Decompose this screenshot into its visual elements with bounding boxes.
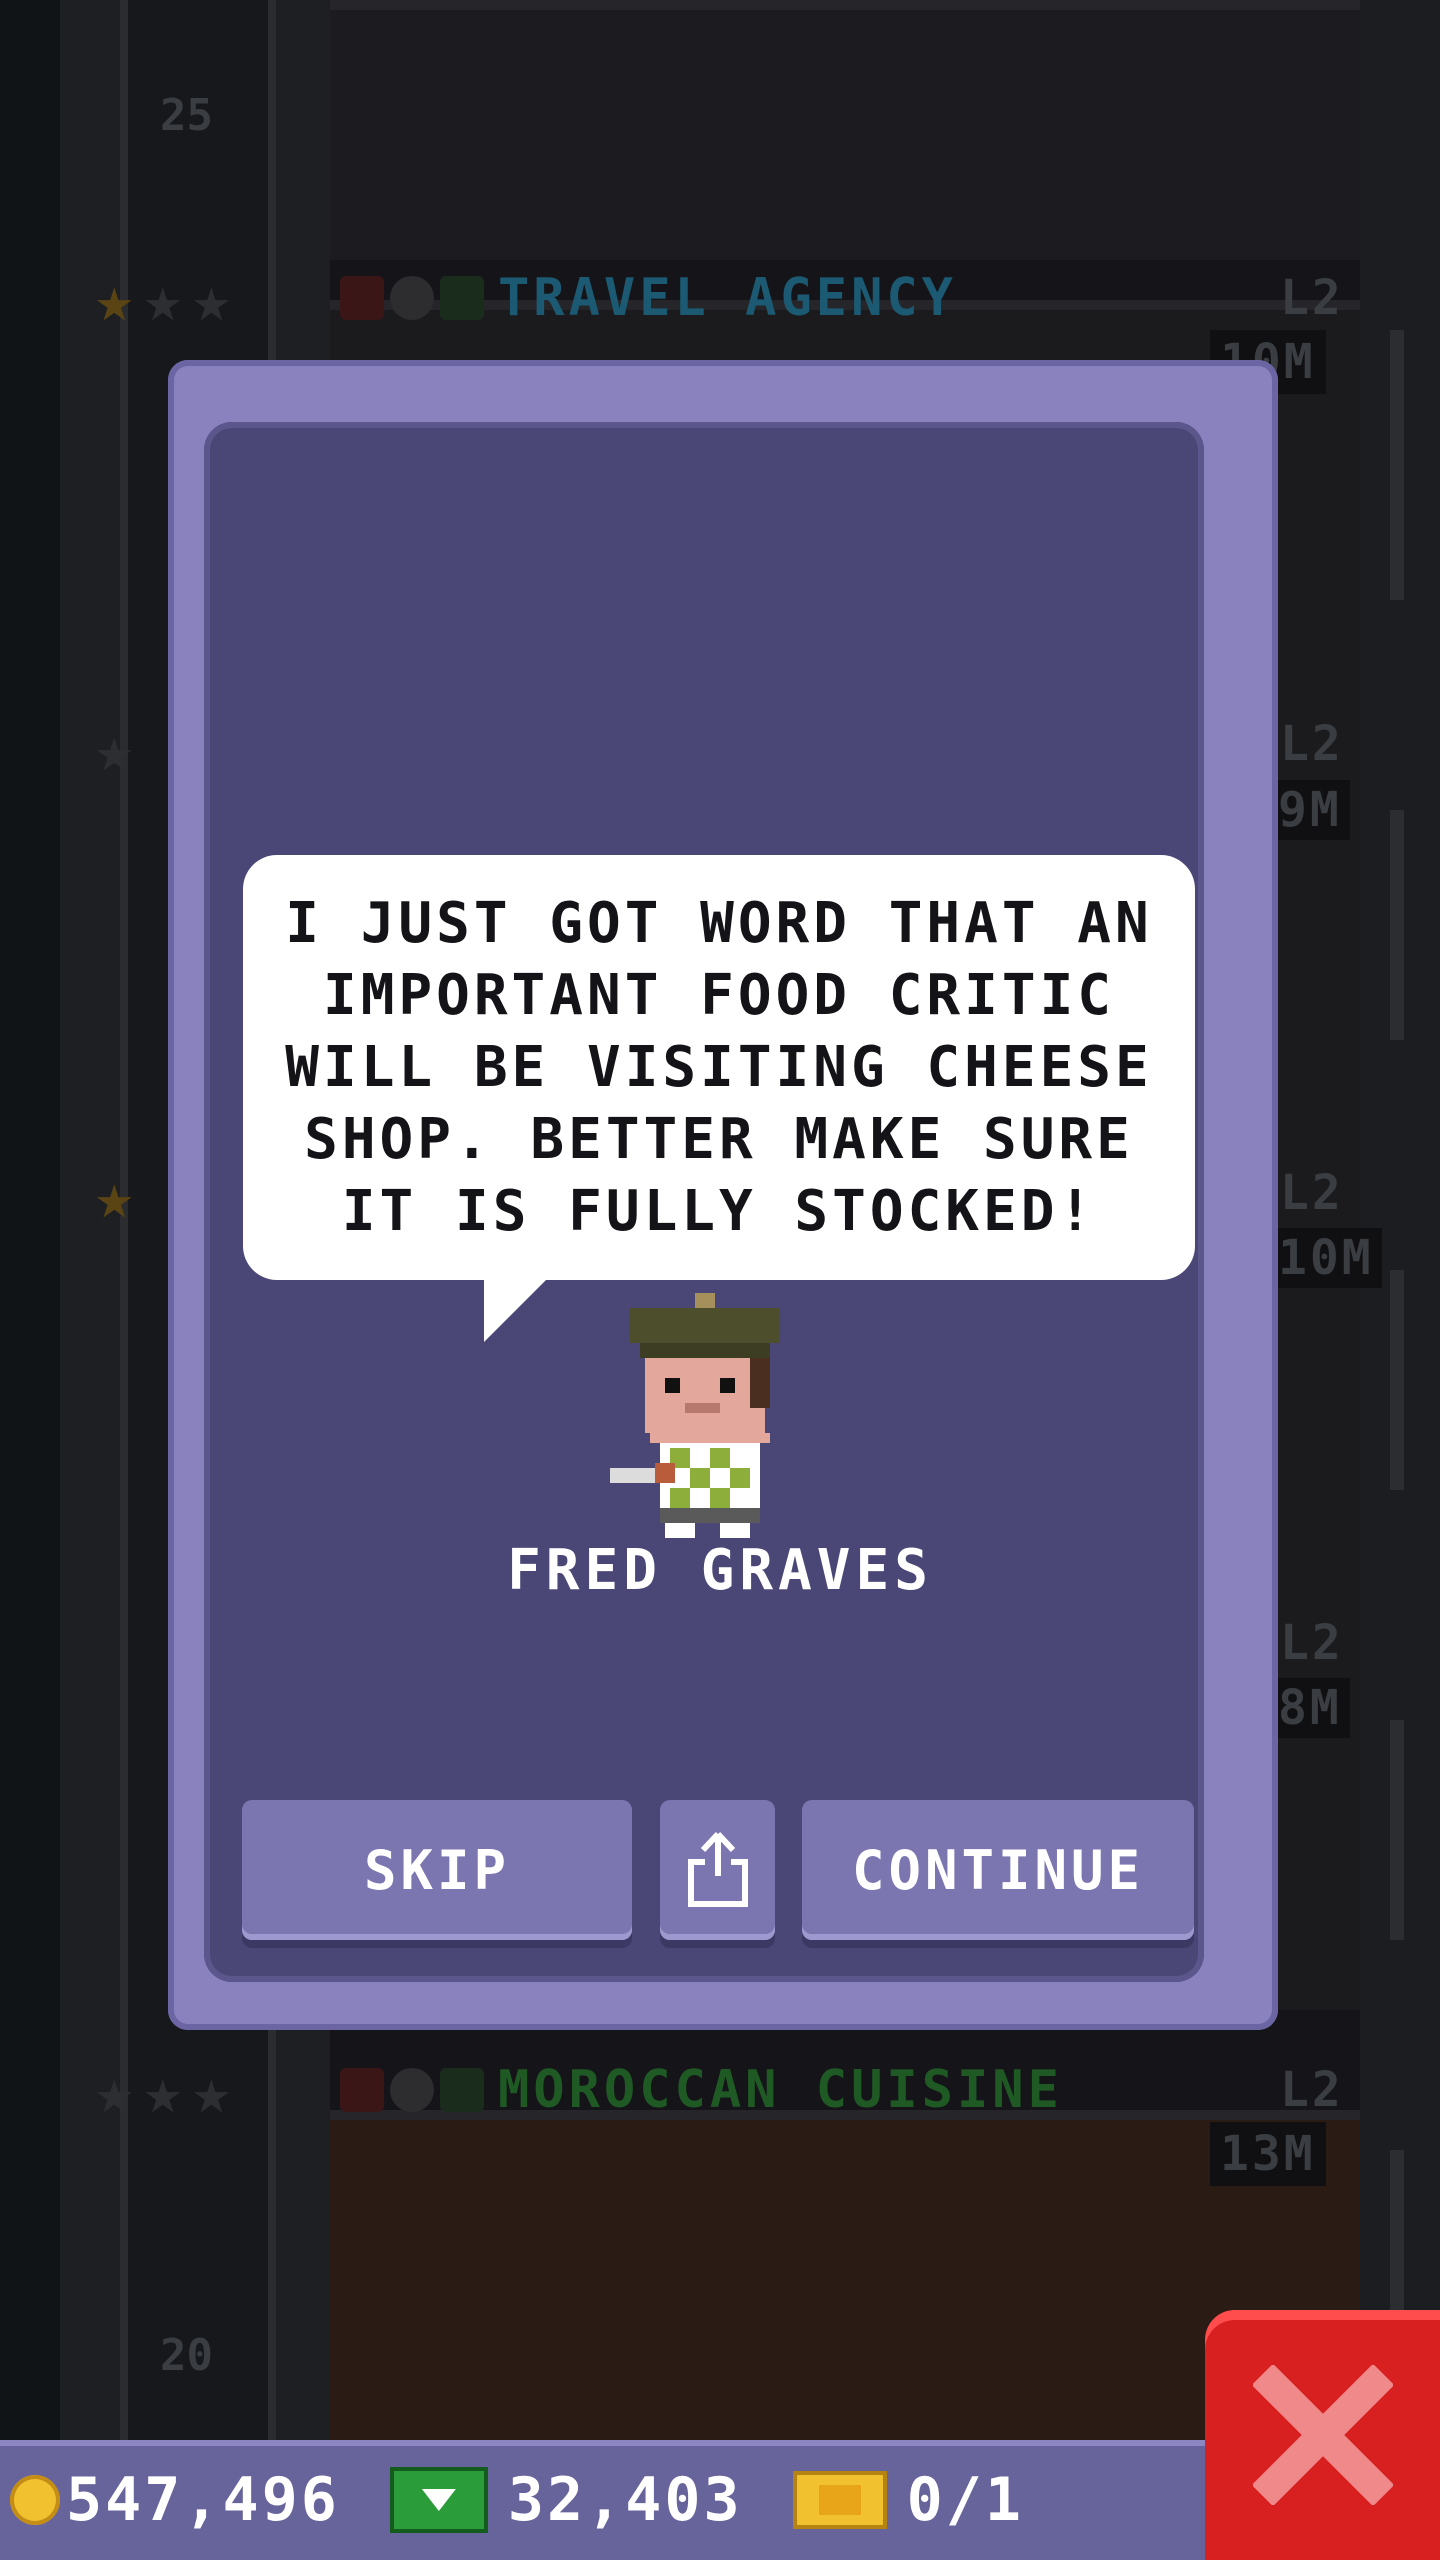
floor-stars: ★ — [95, 718, 134, 782]
star-icon: ★ — [95, 1160, 134, 1234]
close-icon — [1252, 2365, 1393, 2505]
floor-header-moroccan-cuisine: MOROCCAN CUISINE — [340, 2060, 1063, 2120]
floor-25 — [330, 0, 1360, 260]
star-icon: ★ — [95, 713, 134, 787]
bux-value: 32,403 — [507, 2465, 743, 2535]
star-icon: ★ — [192, 263, 231, 337]
star-icon: ★ — [143, 263, 183, 337]
check-icon — [440, 276, 484, 320]
character-avatar — [610, 1293, 780, 1538]
ticket-icon — [792, 2471, 887, 2529]
tickets-display: 0/1 — [753, 2465, 1024, 2535]
floor-level: L2 — [1280, 716, 1344, 772]
floor-header-travel-agency: TRAVEL AGENCY — [340, 268, 957, 328]
floor-number: 25 — [160, 90, 213, 141]
star-icon: ★ — [192, 2055, 231, 2129]
floor-cost: 9M — [1270, 780, 1350, 840]
cancel-icon — [340, 276, 384, 320]
floor-level: L2 — [1280, 2062, 1344, 2118]
clock-icon — [390, 276, 434, 320]
floor-cost: 13M — [1210, 2122, 1326, 2186]
floor-level: L2 — [1280, 1165, 1344, 1221]
coin-icon — [10, 2475, 60, 2525]
speech-bubble-tail — [484, 1278, 548, 1342]
floor-stars: ★ ★ ★ — [95, 2060, 231, 2124]
tickets-value: 0/1 — [906, 2465, 1024, 2535]
star-icon: ★ — [95, 263, 134, 337]
star-icon: ★ — [95, 2055, 134, 2129]
check-icon — [440, 2068, 484, 2112]
dialog-message: I JUST GOT WORD THAT AN IMPORTANT FOOD C… — [285, 890, 1153, 1244]
floor-number: 20 — [160, 2330, 213, 2381]
coins-value: 547,496 — [66, 2465, 340, 2535]
tower-edge — [0, 0, 60, 2560]
floor-cost: 8M — [1270, 1678, 1350, 1738]
character-name: FRED GRAVES — [507, 1538, 933, 1603]
speech-bubble: I JUST GOT WORD THAT AN IMPORTANT FOOD C… — [243, 855, 1195, 1280]
floor-stars: ★ ★ ★ — [95, 268, 231, 332]
star-icon: ★ — [143, 2055, 183, 2129]
coins-display: 547,496 — [10, 2465, 340, 2535]
continue-button[interactable]: CONTINUE — [802, 1800, 1194, 1940]
share-button[interactable] — [660, 1800, 775, 1940]
floor-name: MOROCCAN CUISINE — [498, 2060, 1063, 2120]
currency-bar: 547,496 32,403 0/1 — [0, 2440, 1205, 2560]
share-icon — [687, 1831, 748, 1907]
floor-cost: 10M — [1270, 1228, 1382, 1288]
bux-display: 32,403 — [350, 2465, 743, 2535]
clock-icon — [390, 2068, 434, 2112]
right-rail — [1360, 0, 1440, 2440]
floor-stars: ★ — [95, 1165, 134, 1229]
floor-level: L2 — [1280, 1615, 1344, 1671]
cancel-icon — [340, 2068, 384, 2112]
bux-icon — [389, 2467, 488, 2533]
close-button[interactable] — [1205, 2310, 1440, 2560]
skip-button[interactable]: SKIP — [242, 1800, 632, 1940]
floor-name: TRAVEL AGENCY — [498, 268, 957, 328]
floor-level: L2 — [1280, 270, 1344, 326]
